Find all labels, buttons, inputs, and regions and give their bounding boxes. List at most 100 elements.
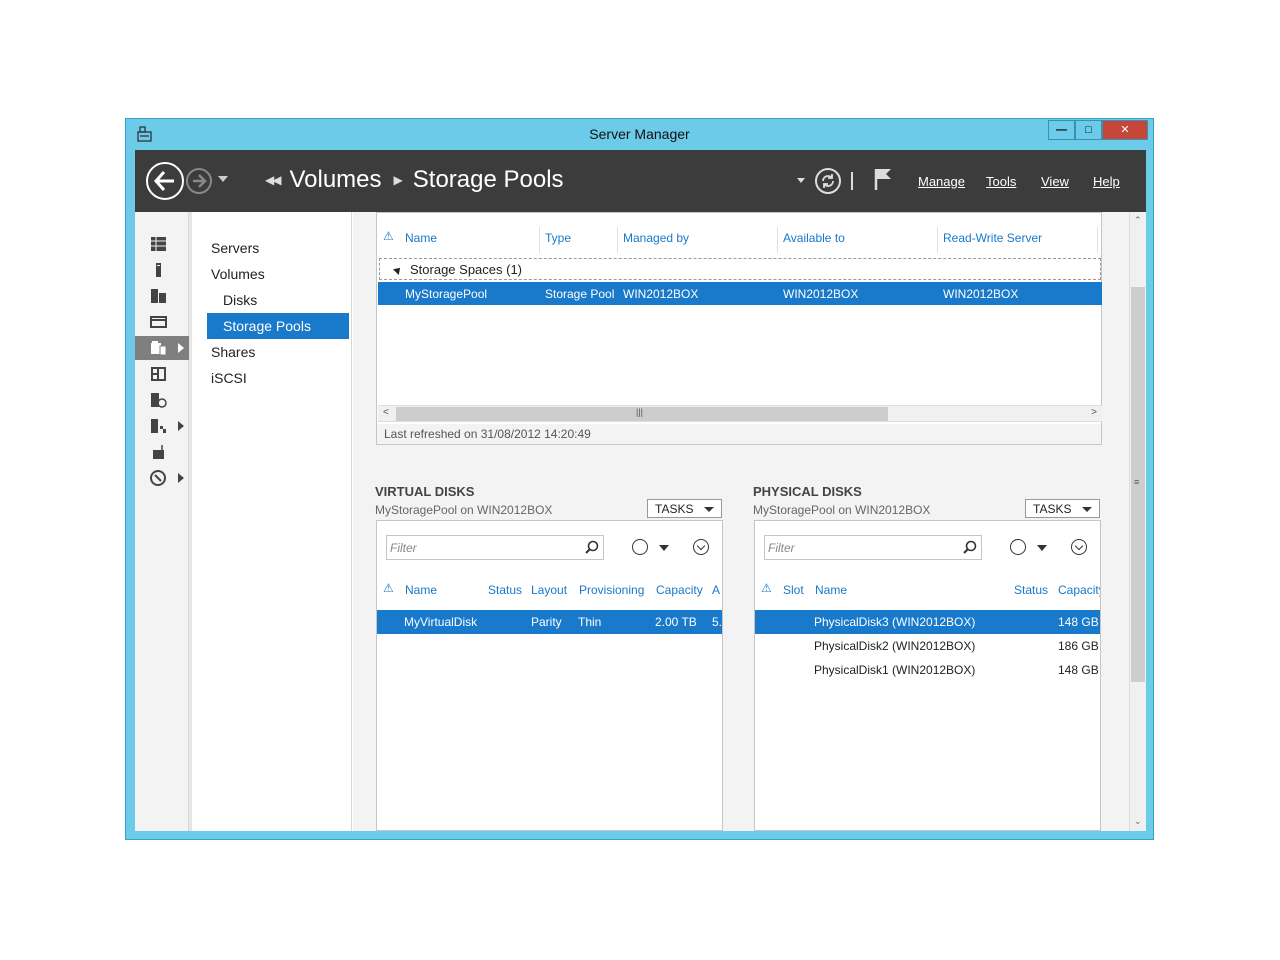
subnav-shares[interactable]: Shares [207,339,349,365]
menu-manage[interactable]: Manage [918,174,965,189]
column-header-read-write-server[interactable]: Read-Write Server [943,231,1042,245]
filter-placeholder: Filter [390,541,417,555]
subnav-servers[interactable]: Servers [207,235,349,261]
scrollbar-thumb[interactable]: ||| [396,407,888,421]
subnav-storage-pools[interactable]: Storage Pools [207,313,349,339]
menu-help[interactable]: Help [1093,174,1120,189]
collapse-triangle-icon[interactable] [393,265,403,275]
back-button[interactable] [146,162,184,200]
column-header-status[interactable]: Status [488,583,522,597]
physical-disks-filter-input[interactable]: Filter [764,535,982,560]
column-header-layout[interactable]: Layout [531,583,567,597]
dashboard-icon [151,237,166,251]
column-header-type[interactable]: Type [545,231,571,245]
scroll-left-icon[interactable]: < [383,407,389,418]
subnav-iscsi[interactable]: iSCSI [207,365,349,391]
ad-ds-nav[interactable] [135,310,189,334]
physical-disks-panel: Filter ⚠ Slot Name Status Capacity Physi… [754,520,1101,831]
table-row[interactable]: PhysicalDisk1 (WIN2012BOX) 148 GB [755,658,1100,682]
subnav-volumes[interactable]: Volumes [207,261,349,287]
all-servers-nav[interactable] [135,284,189,308]
expand-icon[interactable] [1071,539,1087,555]
vertical-scrollbar[interactable]: ⌃ ≡ ⌄ [1129,212,1146,831]
print-services-nav[interactable] [135,414,189,438]
expand-arrow-icon[interactable] [178,421,184,431]
search-icon[interactable] [585,540,599,554]
column-header-status[interactable]: Status [1014,583,1048,597]
hyper-v-nav[interactable] [135,362,189,386]
close-button[interactable]: ✕ [1102,120,1148,140]
maximize-button[interactable]: □ [1075,120,1102,140]
column-divider[interactable] [617,227,618,253]
menu-tools[interactable]: Tools [986,174,1016,189]
expand-arrow-icon[interactable] [178,473,184,483]
physical-disks-tasks-button[interactable]: TASKS [1025,499,1100,518]
group-label: Storage Spaces (1) [410,262,523,277]
table-row[interactable]: MyVirtualDisk Parity Thin 2.00 TB 5. [377,610,722,634]
virtual-disks-panel: Filter ⚠ Name Status Layout Provisioning… [376,520,723,831]
column-header-managed-by[interactable]: Managed by [623,231,689,245]
column-divider[interactable] [937,227,938,253]
nav-divider [851,172,853,190]
refresh-button[interactable] [815,168,841,194]
local-server-nav[interactable] [135,258,189,282]
scroll-down-icon[interactable]: ⌄ [1134,816,1142,827]
scrollbar-thumb[interactable]: ≡ [1131,287,1145,682]
cell-capacity: 148 GB [1058,615,1099,629]
column-header-capacity[interactable]: Capacity [656,583,703,597]
subnav-disks[interactable]: Disks [207,287,349,313]
file-storage-nav[interactable] [135,336,189,360]
minimize-button[interactable]: — [1048,120,1075,140]
cell-managed-by: WIN2012BOX [623,287,699,301]
table-row[interactable]: PhysicalDisk2 (WIN2012BOX) 186 GB [755,634,1100,658]
status-bar: Last refreshed on 31/08/2012 14:20:49 [377,424,1101,444]
breadcrumb-overflow-icon[interactable]: ◀◀ [265,173,282,187]
tasks-label: TASKS [655,502,694,516]
horizontal-scrollbar[interactable]: < ||| > [378,405,1102,422]
title-bar[interactable]: Server Manager — □ ✕ [126,119,1153,150]
column-divider[interactable] [539,227,540,253]
virtual-disks-tasks-button[interactable]: TASKS [647,499,722,518]
column-header-name[interactable]: Name [405,583,437,597]
table-row[interactable]: MyStoragePool Storage Pool WIN2012BOX WI… [378,282,1102,305]
forward-button[interactable] [186,168,212,194]
flag-icon[interactable] [873,167,893,191]
menu-view[interactable]: View [1041,174,1069,189]
dashboard-nav[interactable] [135,232,189,256]
column-divider[interactable] [1097,227,1098,253]
expand-arrow-icon[interactable] [178,343,184,353]
history-dropdown-icon[interactable] [218,176,228,182]
column-header-name[interactable]: Name [815,583,847,597]
column-divider[interactable] [777,227,778,253]
breadcrumb-volumes[interactable]: Volumes [289,166,381,194]
column-header-capacity[interactable]: Capacity [1058,583,1100,597]
virtual-disks-filter-input[interactable]: Filter [386,535,604,560]
list-view-icon[interactable] [632,539,648,555]
virtual-disks-title: VIRTUAL DISKS [375,484,475,499]
column-header-slot[interactable]: Slot [783,583,804,597]
scroll-right-icon[interactable]: > [1091,407,1097,418]
back-icon [153,171,174,191]
remote-access-nav[interactable] [135,440,189,464]
table-row[interactable]: PhysicalDisk3 (WIN2012BOX) 148 GB [755,610,1100,634]
scroll-up-icon[interactable]: ⌃ [1134,215,1142,226]
breadcrumb-storage-pools[interactable]: Storage Pools [413,166,564,194]
filter-placeholder: Filter [768,541,795,555]
file-storage-subnav: Servers Volumes Disks Storage Pools Shar… [189,212,352,831]
view-dropdown-icon[interactable] [659,545,669,551]
wsus-nav[interactable] [135,466,189,490]
breadcrumb: ◀◀ Volumes ▶ Storage Pools [265,166,564,194]
list-view-icon[interactable] [1010,539,1026,555]
cell-name: PhysicalDisk2 (WIN2012BOX) [814,639,976,653]
column-header-allocated[interactable]: A [712,583,720,597]
last-refreshed-text: Last refreshed on 31/08/2012 14:20:49 [384,427,591,441]
column-header-name[interactable]: Name [405,231,437,245]
group-row-storage-spaces[interactable]: Storage Spaces (1) [379,258,1101,280]
column-header-available-to[interactable]: Available to [783,231,845,245]
iis-nav[interactable] [135,388,189,412]
view-dropdown-icon[interactable] [1037,545,1047,551]
notifications-dropdown-icon[interactable] [797,178,805,183]
column-header-provisioning[interactable]: Provisioning [579,583,644,597]
expand-icon[interactable] [693,539,709,555]
search-icon[interactable] [963,540,977,554]
